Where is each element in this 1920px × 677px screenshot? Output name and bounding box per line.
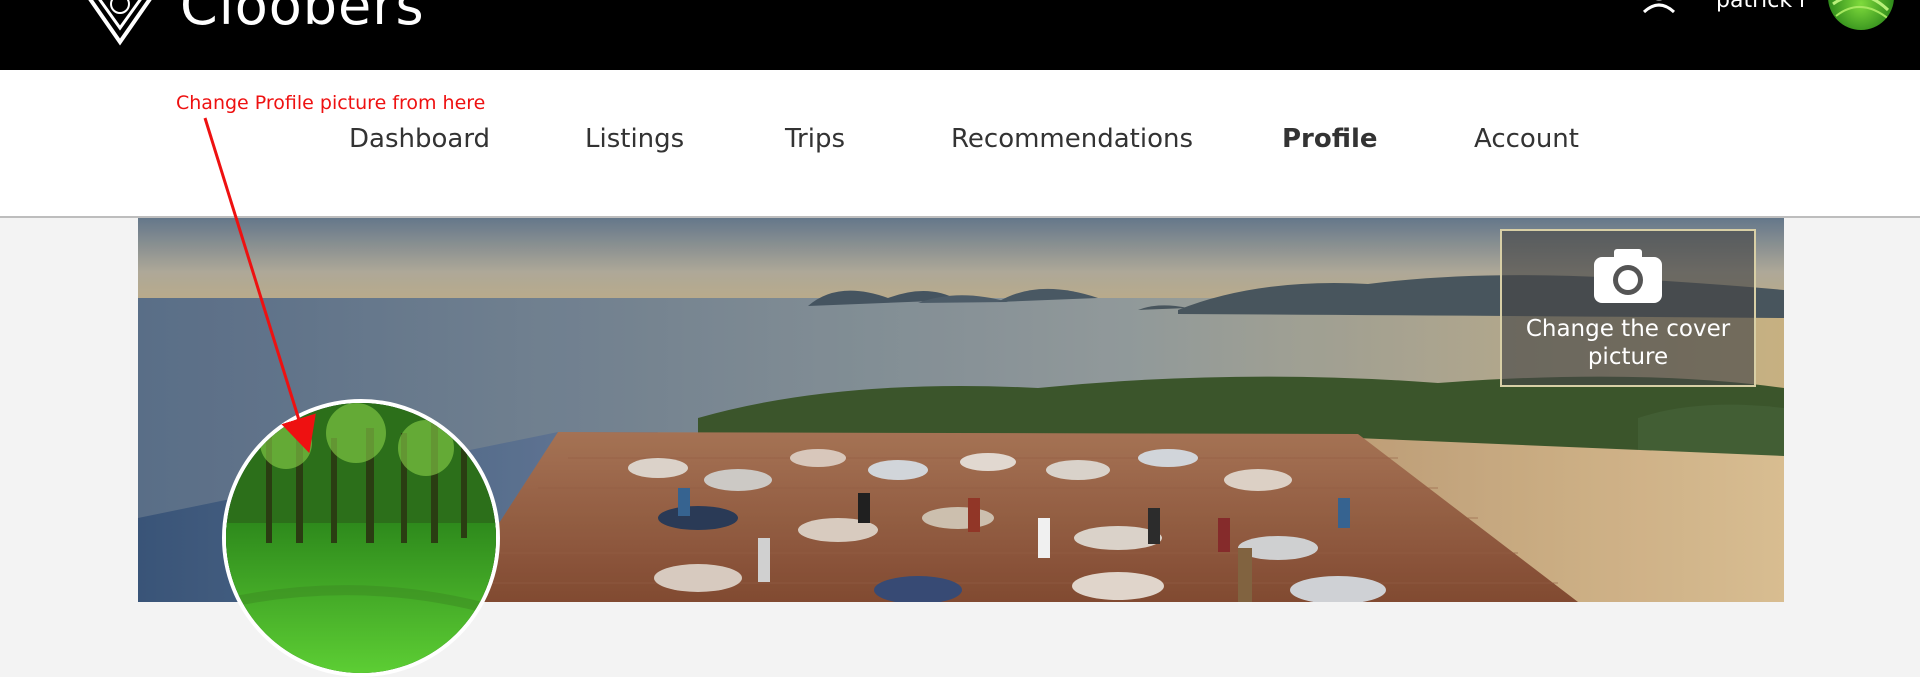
- nav-account[interactable]: Account: [1474, 124, 1579, 154]
- profile-picture[interactable]: [222, 399, 500, 677]
- nav-dashboard[interactable]: Dashboard: [349, 124, 490, 154]
- avatar[interactable]: [1828, 0, 1894, 30]
- change-cover-label: Change the cover picture: [1525, 316, 1731, 370]
- nav-trips[interactable]: Trips: [785, 124, 845, 154]
- nav-recommendations[interactable]: Recommendations: [951, 124, 1193, 154]
- logo-icon[interactable]: [70, 0, 170, 46]
- username[interactable]: patrick r: [1716, 0, 1808, 13]
- nav-profile[interactable]: Profile: [1282, 124, 1378, 154]
- change-cover-button[interactable]: Change the cover picture: [1500, 229, 1756, 387]
- brand-wordmark[interactable]: Cloobers: [180, 0, 425, 37]
- user-icon[interactable]: [1642, 0, 1676, 18]
- nav-listings[interactable]: Listings: [585, 124, 684, 154]
- top-header: Cloobers patrick r: [0, 0, 1920, 70]
- annotation-text: Change Profile picture from here: [176, 92, 486, 114]
- camera-icon: [1502, 247, 1754, 309]
